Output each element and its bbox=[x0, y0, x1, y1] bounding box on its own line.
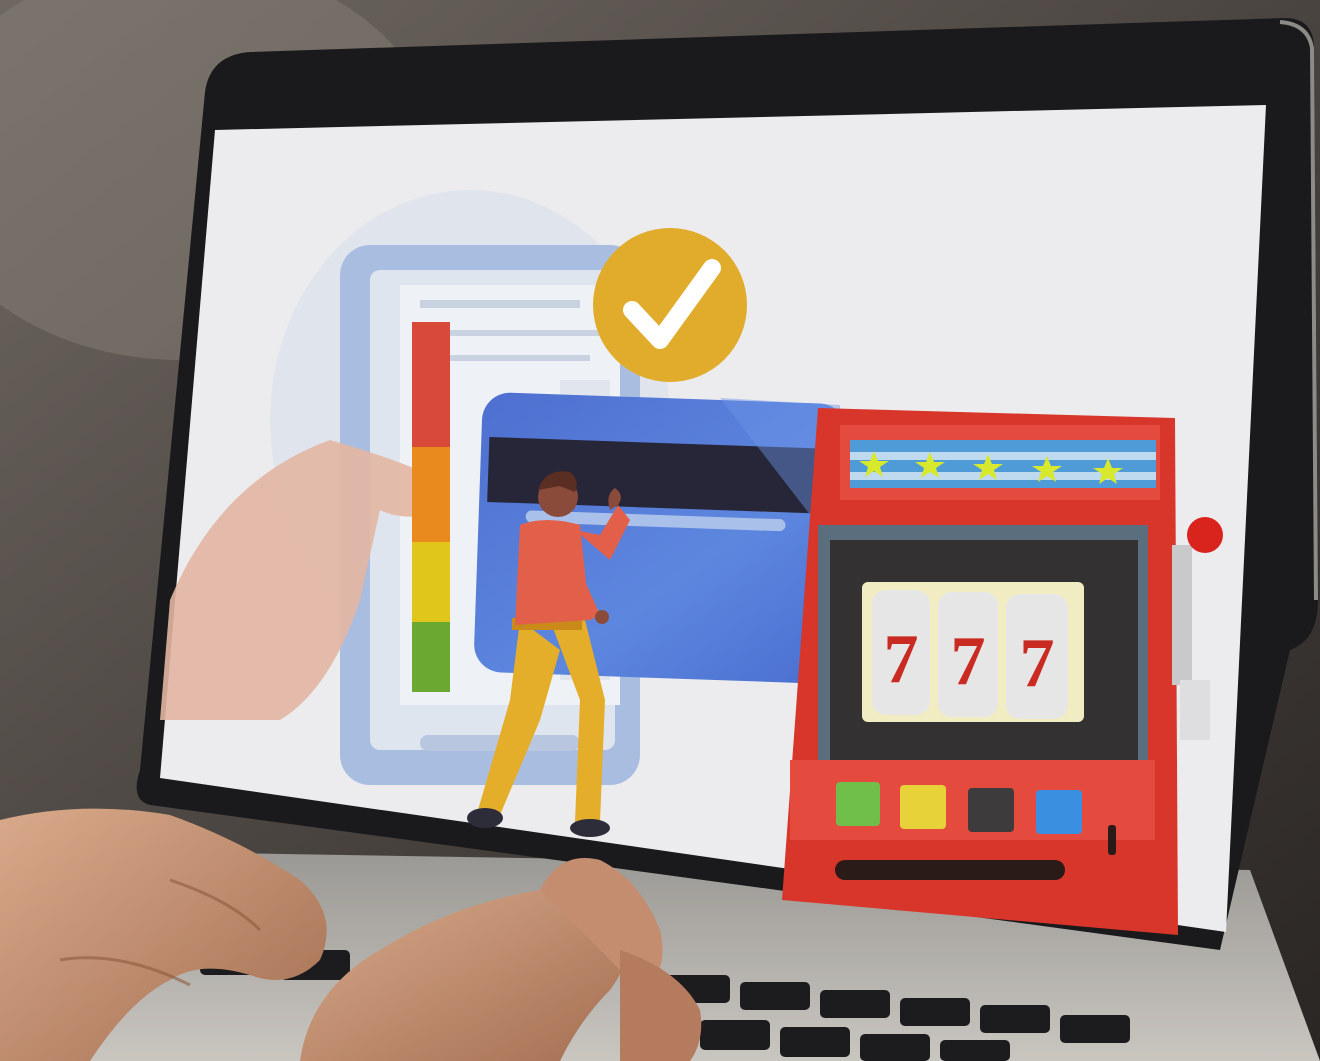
risk-meter bbox=[412, 322, 450, 692]
slot-reels: 7 7 7 bbox=[872, 590, 1068, 719]
reel-2: 7 bbox=[951, 623, 986, 700]
reel-3: 7 bbox=[1020, 625, 1055, 702]
reel-1: 7 bbox=[884, 621, 919, 698]
photo-scene: 7 7 7 bbox=[0, 0, 1320, 1061]
slot-machine-icon: 7 7 7 bbox=[782, 408, 1178, 935]
checkmark-icon bbox=[593, 228, 747, 382]
